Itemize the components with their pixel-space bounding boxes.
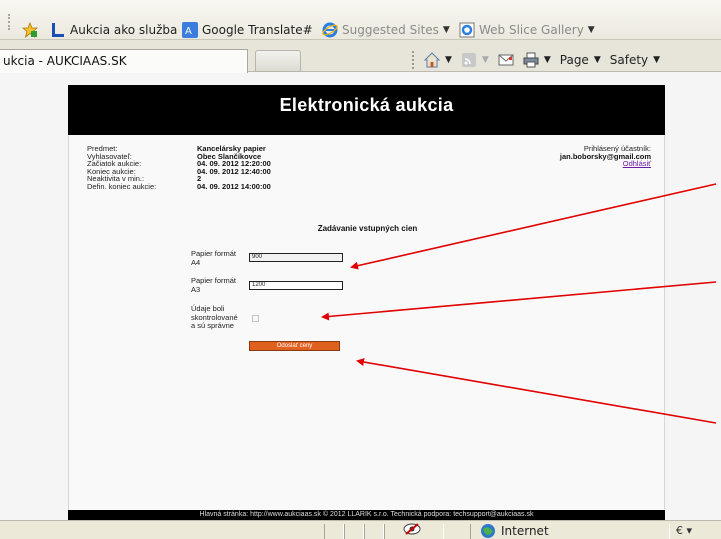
- confirm-label-line3: a sú správne: [191, 321, 234, 330]
- auction-content: Predmet: Vyhlasovateľ: Začiatok aukcie: …: [68, 135, 665, 510]
- favorite-link-aukcia[interactable]: Aukcia ako služba: [50, 21, 177, 39]
- page-title: Elektronická aukcia: [279, 95, 454, 115]
- field-a3-label-line2: A3: [191, 284, 201, 294]
- command-bar: ▼ ▼ ▼ Page ▼ Safety ▼: [412, 50, 669, 70]
- field-a4-label-line2: A4: [191, 257, 201, 267]
- price-input-a3[interactable]: 1200: [249, 281, 343, 290]
- home-button[interactable]: ▼: [424, 52, 452, 68]
- print-button[interactable]: ▼: [523, 52, 551, 68]
- page-menu[interactable]: Page ▼: [560, 53, 601, 67]
- printer-icon: [523, 52, 539, 68]
- logout-link[interactable]: Odhlásiť: [560, 160, 651, 168]
- svg-text:A: A: [185, 26, 192, 37]
- chevron-down-icon: ▼: [653, 55, 661, 65]
- favorite-label: Suggested Sites: [342, 23, 439, 37]
- chevron-down-icon: ▼: [445, 55, 452, 65]
- chevron-down-icon: ▼: [481, 55, 489, 65]
- price-input-a4[interactable]: 900: [249, 253, 343, 262]
- page-icon: [52, 23, 64, 37]
- favorite-link-suggested-sites[interactable]: Suggested Sites ▼: [322, 21, 450, 39]
- mail-button[interactable]: [498, 52, 514, 68]
- home-icon: [424, 52, 440, 68]
- webslice-icon: [459, 22, 475, 38]
- tab-aukciaas[interactable]: ukcia - AUKCIAAS.SK: [0, 49, 248, 73]
- rss-feed-icon: [461, 53, 476, 67]
- confirm-label: Údaje boli skontrolované a sú správne: [191, 304, 238, 331]
- favorite-link-google-translate[interactable]: A Google Translate#: [182, 21, 313, 39]
- favorites-star-icon: [22, 22, 38, 38]
- chevron-down-icon: ▼: [543, 55, 551, 65]
- new-tab-button[interactable]: [255, 50, 301, 72]
- status-cell: [344, 524, 364, 539]
- favorites-star-button[interactable]: [22, 21, 42, 39]
- translate-icon: A: [182, 22, 198, 38]
- chevron-down-icon: ▼: [587, 25, 595, 35]
- favorites-bar: Aukcia ako služba A Google Translate# Su…: [0, 0, 721, 40]
- status-bar: Internet € ▾: [0, 520, 721, 539]
- mail-icon: [498, 54, 514, 66]
- favorite-label: Google Translate#: [202, 23, 313, 37]
- safety-menu[interactable]: Safety ▼: [610, 53, 660, 67]
- field-a4-label: Papier formát A4: [191, 249, 236, 267]
- zoom-control[interactable]: € ▾: [676, 524, 692, 537]
- safety-menu-label: Safety: [609, 53, 649, 67]
- form-title: Zadávanie vstupných cien: [317, 224, 418, 233]
- favorite-label: Web Slice Gallery: [479, 23, 584, 37]
- zoom-icon: €: [676, 524, 683, 537]
- info-value-defin-koniec: 04. 09. 2012 14:00:00: [197, 182, 271, 191]
- ie-icon: [322, 22, 338, 38]
- logged-user-block: Prihlásený účastník: jan.boborsky@gmail.…: [560, 145, 651, 168]
- chevron-down-icon: ▼: [442, 25, 450, 35]
- zone-label: Internet: [501, 524, 549, 538]
- privacy-eye-icon[interactable]: [403, 522, 421, 536]
- info-value-koniec: 04. 09. 2012 12:40:00: [197, 166, 271, 176]
- page-footer: Hlavná stránka: http://www.aukciaas.sk ©…: [68, 510, 665, 520]
- toolbar-grip[interactable]: [8, 14, 11, 30]
- toolbar-separator: [412, 51, 414, 69]
- chevron-down-icon: ▼: [593, 55, 601, 65]
- security-zone[interactable]: Internet: [480, 523, 549, 539]
- favorite-label: Aukcia ako služba: [70, 23, 178, 37]
- confirm-checkbox[interactable]: [252, 315, 259, 322]
- info-label-defin-koniec: Defin. koniec aukcie:: [87, 182, 157, 191]
- submit-prices-button[interactable]: Odoslať ceny: [249, 341, 340, 351]
- tab-title: ukcia - AUKCIAAS.SK: [3, 54, 127, 68]
- auction-header: Elektronická aukcia: [68, 85, 665, 135]
- status-cell: [364, 524, 384, 539]
- feeds-button[interactable]: ▼: [461, 52, 489, 68]
- page-menu-label: Page: [559, 53, 589, 67]
- globe-icon: [481, 524, 495, 538]
- field-a3-label: Papier formát A3: [191, 276, 236, 294]
- favorite-link-web-slice-gallery[interactable]: Web Slice Gallery ▼: [459, 21, 595, 39]
- status-cell: [324, 524, 344, 539]
